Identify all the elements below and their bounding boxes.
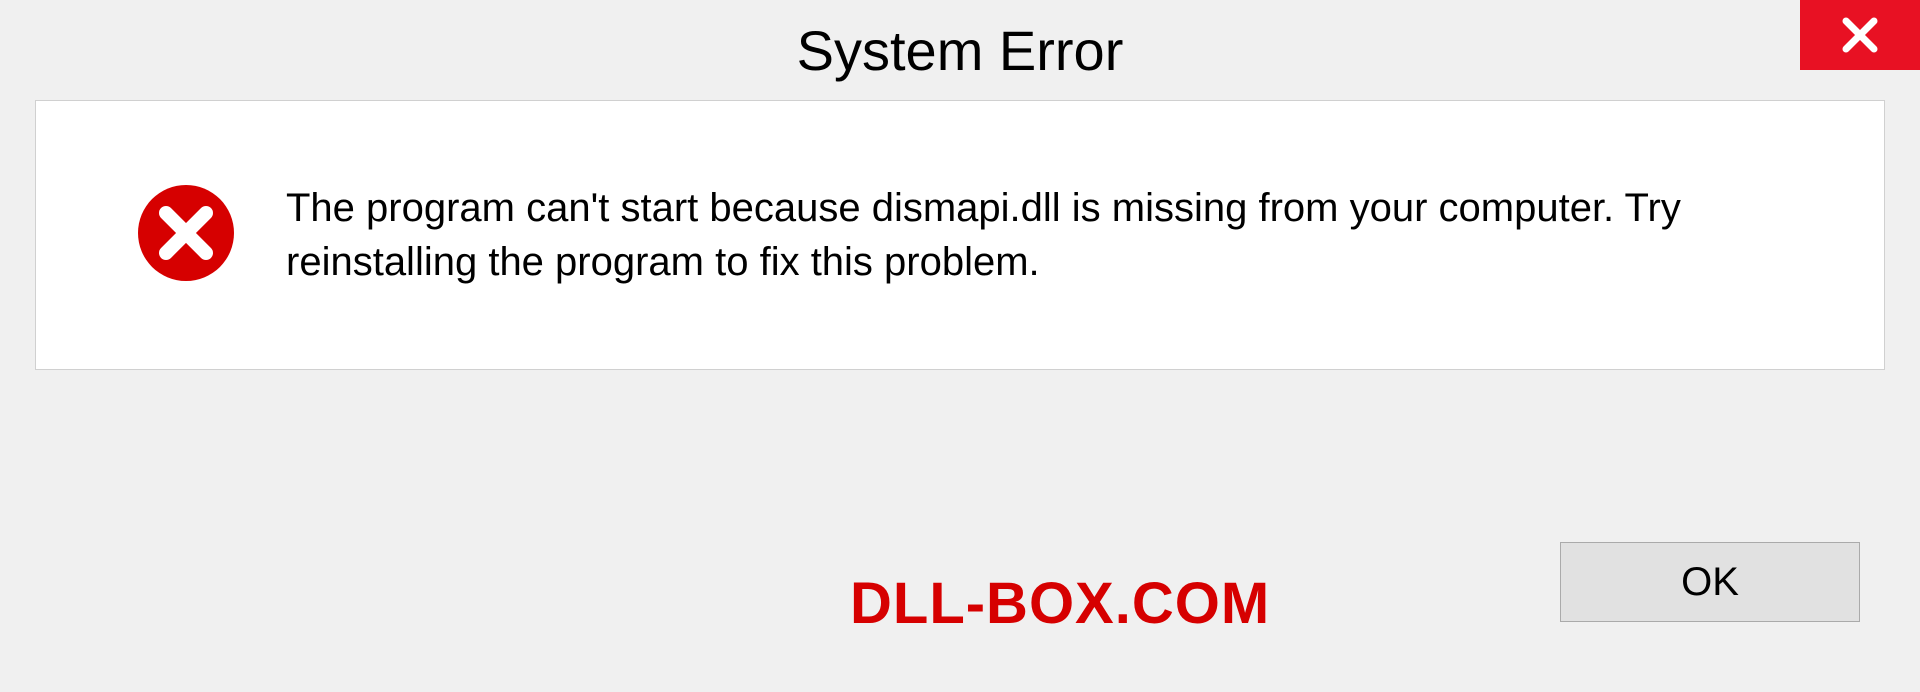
content-panel: The program can't start because dismapi.… [35,100,1885,370]
close-icon [1840,15,1880,55]
dialog-title: System Error [797,18,1124,83]
watermark-text: DLL-BOX.COM [850,570,1270,637]
close-button[interactable] [1800,0,1920,70]
error-icon [136,183,236,288]
title-bar: System Error [0,0,1920,100]
footer: DLL-BOX.COM OK [0,512,1920,692]
ok-button[interactable]: OK [1560,542,1860,622]
error-message: The program can't start because dismapi.… [286,181,1844,289]
